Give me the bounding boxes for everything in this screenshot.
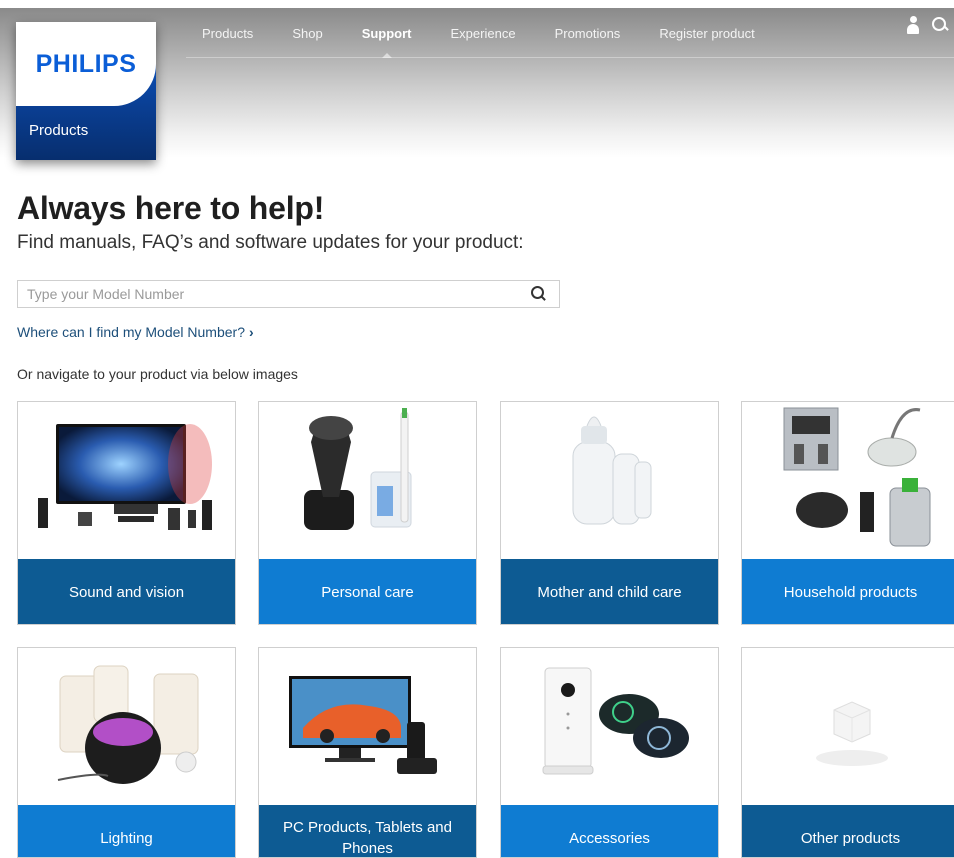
model-number-help-text: Where can I find my Model Number? — [17, 324, 245, 340]
camera-shaver-heads-image — [542, 667, 689, 775]
page-subtitle: Find manuals, FAQ’s and software updates… — [17, 232, 524, 253]
logo-wordmark-area: PHILIPS — [16, 22, 156, 106]
navigate-hint: Or navigate to your product via below im… — [17, 366, 298, 382]
nav-promotions[interactable]: Promotions — [555, 16, 621, 58]
page-title: Always here to help! — [17, 190, 325, 226]
tile-label: Accessories — [501, 805, 718, 857]
tile-label: Mother and child care — [501, 559, 718, 624]
tile-lighting[interactable]: Lighting — [17, 647, 236, 858]
search-button-icon[interactable] — [531, 286, 547, 302]
tile-accessories[interactable]: Accessories — [500, 647, 719, 858]
user-icon[interactable] — [906, 16, 920, 34]
shaver-toothbrush-image — [304, 408, 412, 530]
lamps-image — [57, 665, 199, 784]
household-appliances-image — [783, 407, 931, 547]
tile-label: Personal care — [259, 559, 476, 624]
tile-label: PC Products, Tablets and Phones — [259, 805, 476, 857]
header-icons — [906, 16, 948, 34]
nav-shop[interactable]: Shop — [292, 16, 322, 58]
monitor-phone-image — [289, 676, 437, 774]
tile-mother-and-child-care[interactable]: Mother and child care — [500, 401, 719, 625]
tile-personal-care[interactable]: Personal care — [258, 401, 477, 625]
model-search-box — [17, 280, 560, 308]
model-number-input[interactable] — [18, 281, 518, 307]
nav-experience[interactable]: Experience — [451, 16, 516, 58]
cube-image — [816, 701, 888, 766]
tile-sound-and-vision[interactable]: Sound and vision — [17, 401, 236, 625]
tile-label: Sound and vision — [18, 559, 235, 624]
nav-register-product[interactable]: Register product — [659, 16, 754, 58]
tv-home-theater-image — [38, 424, 212, 530]
nav-products[interactable]: Products — [202, 16, 253, 58]
philips-logo-shield[interactable]: PHILIPS Products — [16, 22, 156, 160]
tile-pc-products-tablets-phones[interactable]: PC Products, Tablets and Phones — [258, 647, 477, 858]
search-icon[interactable] — [932, 16, 948, 34]
tile-label: Lighting — [18, 805, 235, 857]
chevron-right-icon: › — [248, 324, 254, 340]
tile-label: Other products — [742, 805, 954, 857]
philips-logo: PHILIPS — [35, 49, 137, 78]
baby-bottles-image — [572, 416, 652, 525]
nav-support[interactable]: Support — [362, 16, 412, 58]
tile-label: Household products — [742, 559, 954, 624]
main-nav: Products Shop Support Experience Promoti… — [186, 16, 954, 58]
tile-other-products[interactable]: Other products — [741, 647, 954, 858]
model-number-help-link[interactable]: Where can I find my Model Number? › — [17, 324, 254, 340]
logo-section-label: Products — [29, 122, 89, 139]
tile-household-products[interactable]: Household products — [741, 401, 954, 625]
